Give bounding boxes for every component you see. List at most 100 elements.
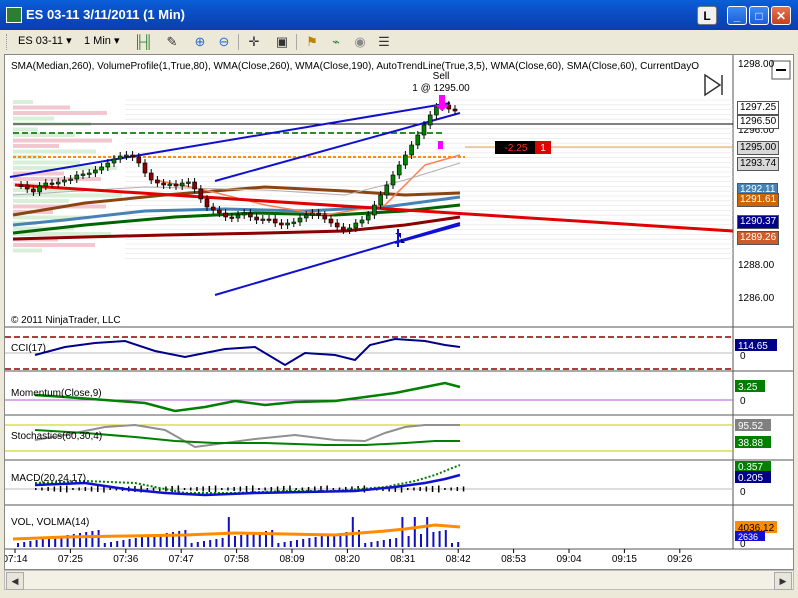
candle-body — [124, 154, 129, 157]
macd-hist-bar — [35, 488, 37, 490]
volume-bar — [103, 543, 106, 547]
volume-bar — [23, 542, 26, 547]
candle-body — [248, 212, 253, 218]
bar-type-icon[interactable]: ╟╢ — [134, 34, 152, 50]
stoch-label: Stochastics(60,30,4) — [11, 431, 102, 442]
price-tag: 1290.37 — [737, 215, 780, 229]
copyright-label: © 2011 NinjaTrader, LLC — [11, 315, 121, 326]
scroll-right-icon[interactable]: ▶ — [774, 572, 792, 590]
strategy-icon[interactable]: ⚑ — [304, 34, 320, 50]
close-button[interactable]: ✕ — [771, 6, 791, 25]
app-icon — [6, 7, 22, 23]
macd-hist-bar — [47, 487, 49, 491]
macd-hist-bar — [109, 488, 111, 490]
time-axis-label: 09:15 — [612, 554, 637, 565]
chevron-down-icon: ▾ — [66, 35, 72, 47]
candle-body — [341, 226, 346, 231]
crosshair-icon[interactable]: ✛ — [246, 34, 262, 50]
volume-profile-bar — [13, 144, 59, 148]
scroll-left-icon[interactable]: ◀ — [6, 572, 24, 590]
window-title: ES 03-11 3/11/2011 (1 Min) — [26, 7, 185, 22]
macd-hist-bar — [146, 488, 149, 490]
candle-body — [291, 221, 297, 224]
upper-trendline-2[interactable] — [214, 112, 461, 182]
candle-body — [359, 219, 365, 224]
candle-body — [372, 204, 377, 216]
macd-hist-bar — [90, 486, 93, 492]
macd-hist-bar — [59, 486, 62, 492]
zoom-in-icon[interactable]: ⊕ — [192, 34, 208, 50]
volume-bar — [209, 540, 212, 547]
volume-bar — [432, 532, 435, 547]
volume-bar — [246, 534, 249, 547]
volume-label: VOL, VOLMA(14) — [11, 517, 89, 528]
time-axis-label: 07:58 — [224, 554, 249, 565]
macd-hist-bar — [332, 488, 335, 490]
candle-body — [403, 154, 408, 166]
volume-profile-bar — [13, 177, 101, 181]
indicator-header: SMA(Median,260), VolumeProfile(1,True,80… — [11, 61, 699, 72]
candle-body — [148, 172, 154, 181]
time-axis-label: 08:31 — [390, 554, 415, 565]
record-icon[interactable]: ◉ — [352, 34, 368, 50]
macd-zero-label: 0 — [740, 487, 746, 498]
macd-hist-bar — [456, 487, 459, 491]
volume-bar — [17, 543, 19, 547]
macd-hist-bar — [307, 487, 310, 491]
toolbar-grip[interactable] — [6, 34, 10, 50]
zoom-out-icon[interactable]: ⊖ — [216, 34, 232, 50]
candle-body — [62, 179, 67, 183]
candle-body — [24, 184, 30, 190]
time-axis-label: 08:20 — [335, 554, 360, 565]
macd-hist-bar — [233, 487, 235, 491]
volume-bar — [308, 538, 311, 547]
momentum-zero-label: 0 — [740, 396, 746, 407]
maximize-button[interactable]: □ — [749, 6, 769, 25]
volume-bar — [376, 541, 379, 547]
volume-profile-bar — [13, 243, 95, 247]
macd-label: MACD(20,24,17) — [11, 473, 86, 484]
candle-body — [266, 218, 272, 221]
price-tag: 1289.26 — [737, 231, 780, 245]
candle-body — [223, 212, 228, 218]
candle-body — [142, 162, 148, 174]
volume-bar — [122, 540, 125, 547]
macd-hist-bar — [245, 486, 248, 492]
indicators-icon[interactable]: ⌁ — [328, 34, 344, 50]
time-axis: 07:14 07:25 07:36 07:47 07:58 08:09 08:20 08:31… — [2, 549, 693, 565]
chart-area[interactable]: Sell 1 @ 1295.00 SMA(Median,260), Volume… — [2, 54, 794, 570]
volume-bar — [395, 538, 398, 547]
volume-bar — [277, 543, 280, 547]
lower-trendline-2[interactable] — [394, 224, 461, 244]
price-axis-label: 1298.00 — [738, 59, 775, 70]
instrument-label: ES 03-11 — [18, 35, 64, 47]
volume-zero-label: 0 — [740, 539, 746, 550]
volume-bar — [289, 541, 292, 547]
macd-hist-bar — [258, 488, 260, 490]
link-button[interactable]: L — [697, 6, 717, 25]
volume-bar — [314, 537, 317, 547]
data-box-icon[interactable]: ☰ — [376, 34, 392, 50]
volume-bar — [91, 531, 94, 547]
candle-body — [279, 222, 284, 226]
chart-canvas[interactable]: Sell 1 @ 1295.00 SMA(Median,260), Volume… — [2, 55, 793, 569]
candle-body — [204, 198, 210, 208]
properties-icon[interactable]: ▣ — [274, 34, 290, 50]
drawing-tool-icon[interactable]: ✎ — [164, 34, 180, 50]
macd-hist-bar — [419, 487, 421, 491]
play-icon[interactable] — [704, 73, 722, 97]
macd-hist-bar — [450, 487, 452, 491]
candle-body — [167, 183, 173, 186]
minimize-button[interactable]: _ — [727, 6, 747, 25]
candle-body — [68, 178, 73, 181]
instrument-selector[interactable]: ES 03-11 ▾ — [18, 33, 72, 50]
volume-bar — [29, 541, 32, 547]
candle-body — [297, 217, 303, 223]
volume-profile-bar — [13, 160, 80, 165]
macd-hist-bar — [66, 485, 68, 493]
candle-body — [74, 174, 80, 180]
macd-hist-bar — [239, 486, 242, 492]
horizontal-scrollbar[interactable]: ◀ ▶ — [4, 570, 794, 590]
interval-selector[interactable]: 1 Min ▾ — [84, 33, 120, 50]
candle-body — [328, 218, 334, 224]
